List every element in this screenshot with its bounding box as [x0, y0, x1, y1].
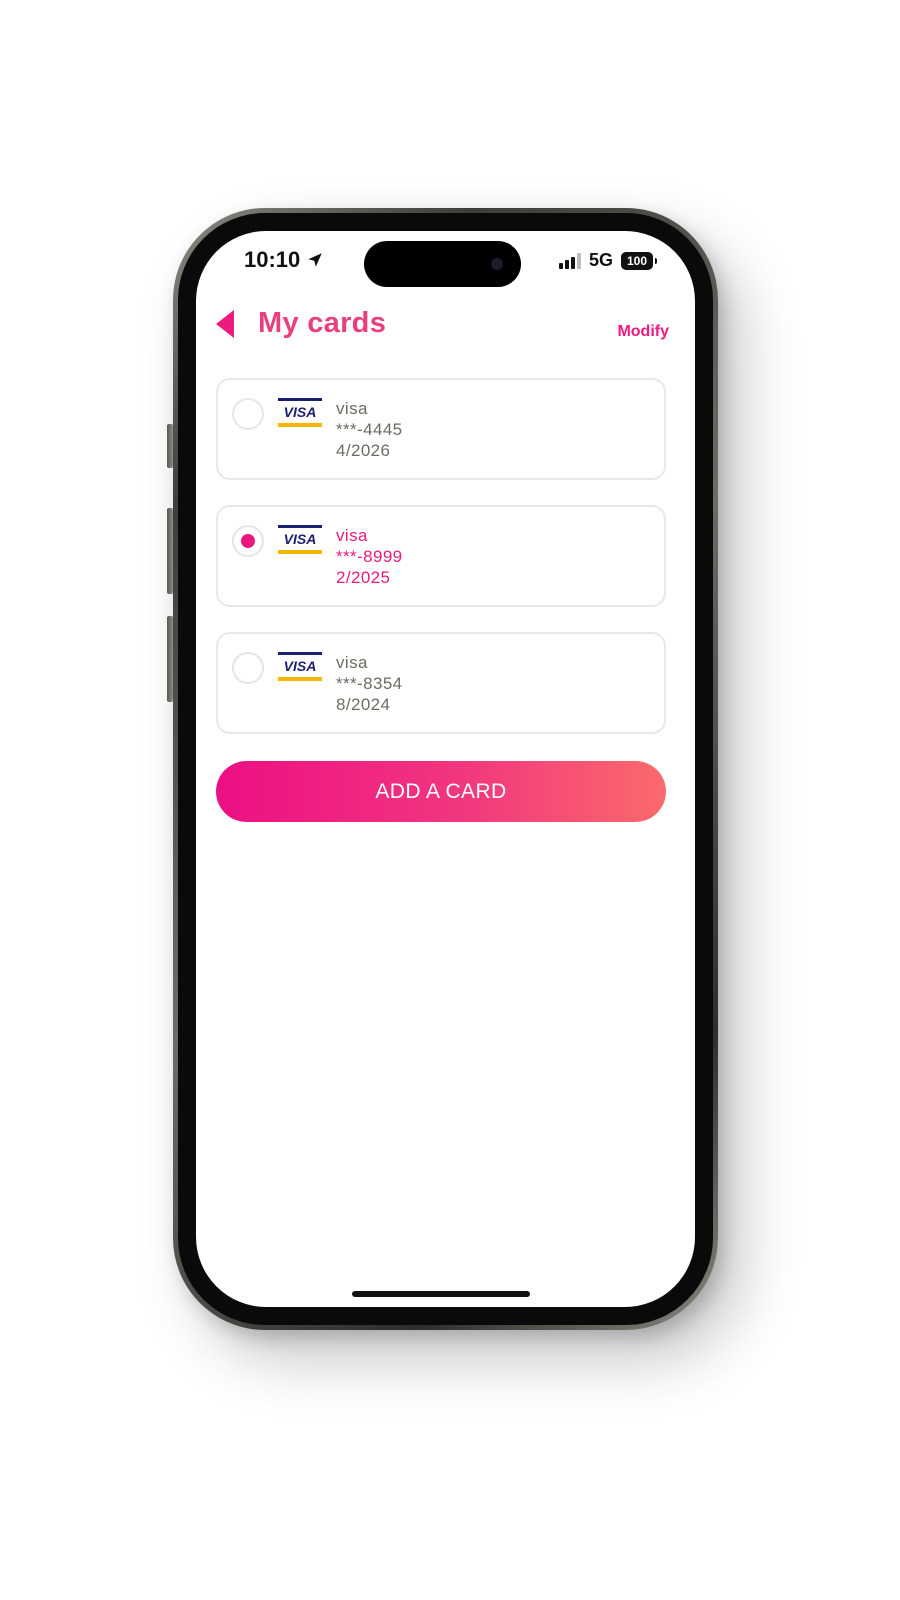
page-title: My cards	[258, 307, 387, 339]
card-expiry: 4/2026	[336, 441, 391, 460]
modify-button[interactable]: Modify	[617, 323, 669, 341]
card-info: visa ***-8354 8/2024	[336, 652, 403, 715]
location-arrow-icon	[308, 253, 323, 267]
card-brand: visa	[336, 399, 368, 418]
card-radio[interactable]	[232, 525, 264, 557]
svg-text:VISA: VISA	[284, 531, 317, 547]
card-radio[interactable]	[232, 398, 264, 430]
home-indicator[interactable]	[352, 1291, 530, 1297]
battery-level: 100	[626, 253, 648, 268]
card-number: ***-4445	[336, 420, 403, 439]
dynamic-island	[364, 241, 521, 287]
network-label: 5G	[588, 250, 613, 270]
card-brand: visa	[336, 526, 368, 545]
card-item[interactable]: VISA visa ***-8354 8/2024	[216, 632, 666, 734]
card-info: visa ***-8999 2/2025	[336, 525, 403, 588]
card-expiry: 8/2024	[336, 695, 391, 714]
visa-logo-icon: VISA	[278, 652, 322, 681]
card-expiry: 2/2025	[336, 568, 391, 587]
svg-text:VISA: VISA	[284, 404, 317, 420]
svg-text:VISA: VISA	[284, 658, 317, 674]
card-number: ***-8354	[336, 674, 403, 693]
visa-logo-icon: VISA	[278, 525, 322, 554]
card-radio[interactable]	[232, 652, 264, 684]
card-item[interactable]: VISA visa ***-8999 2/2025	[216, 505, 666, 607]
card-info: visa ***-4445 4/2026	[336, 398, 403, 461]
status-indicators: 5G 100	[558, 250, 657, 271]
visa-logo-icon: VISA	[278, 398, 322, 427]
status-time: 10:10	[244, 247, 324, 273]
card-item[interactable]: VISA visa ***-4445 4/2026	[216, 378, 666, 480]
battery-icon: 100	[621, 251, 657, 270]
phone-screen: 10:10 5G 100 My cards Modify VISA visa *…	[196, 231, 695, 1307]
mockup-stage: 10:10 5G 100 My cards Modify VISA visa *…	[0, 0, 900, 1600]
add-card-button[interactable]: ADD A CARD	[216, 761, 666, 822]
card-list: VISA visa ***-4445 4/2026 VISA visa ***-…	[216, 378, 666, 759]
status-time-text: 10:10	[244, 247, 301, 272]
camera-icon	[491, 258, 503, 270]
card-number: ***-8999	[336, 547, 403, 566]
card-brand: visa	[336, 653, 368, 672]
signal-bars-icon	[558, 252, 581, 269]
back-triangle-icon[interactable]	[214, 309, 236, 339]
